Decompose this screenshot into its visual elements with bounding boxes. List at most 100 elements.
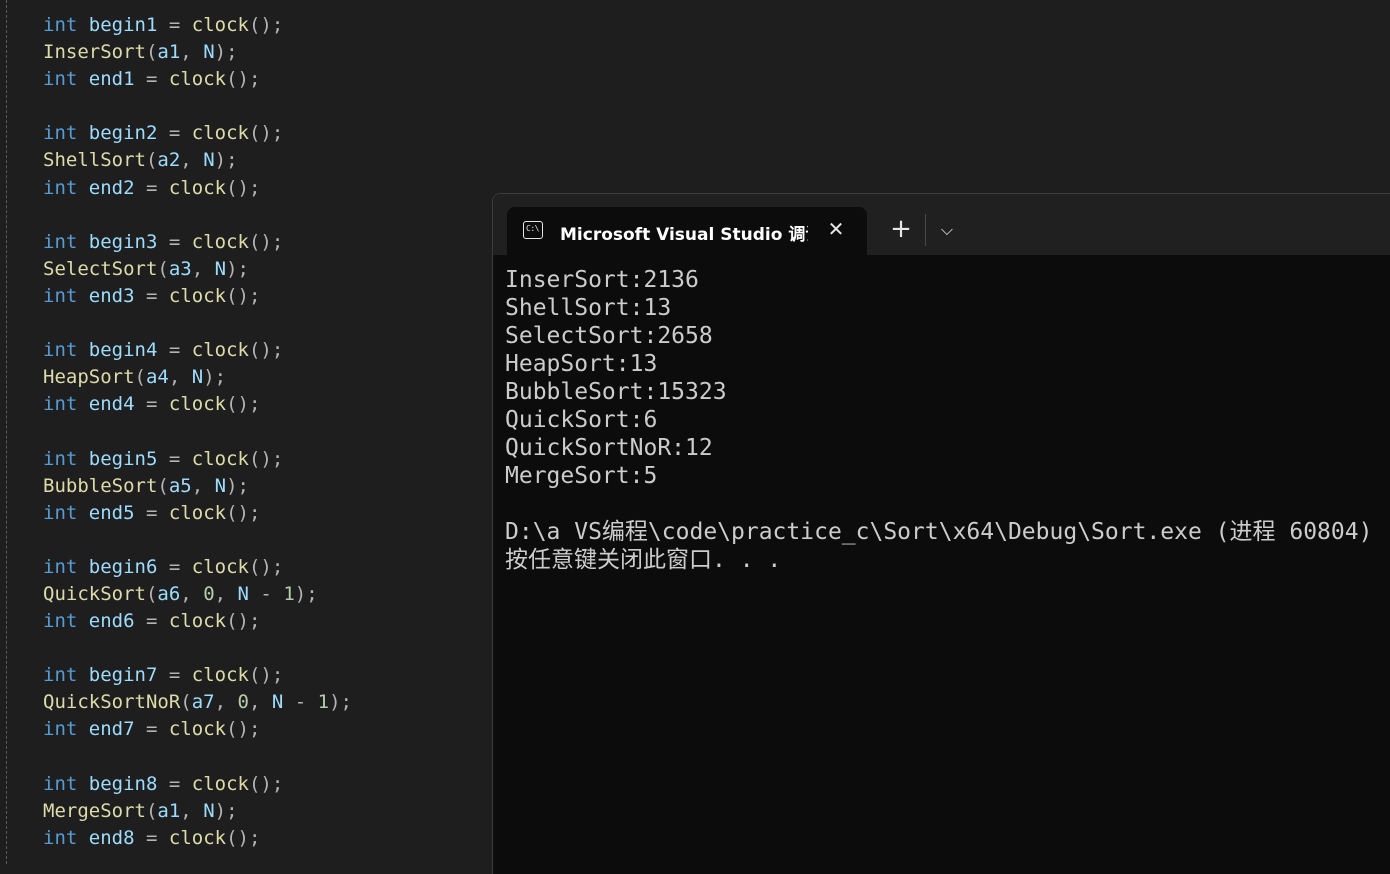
code-token: ( [157, 474, 169, 497]
code-token: ); [329, 691, 352, 714]
code-token: end4 [88, 393, 135, 416]
code-token: clock [191, 122, 249, 145]
code-token: BubbleSort [43, 474, 158, 497]
code-token: int [43, 14, 78, 36]
code-token: end1 [88, 68, 135, 91]
code-token: N [214, 257, 227, 280]
code-token: int [43, 826, 78, 849]
indent-guide [6, 0, 7, 864]
code-token: 1 [317, 691, 330, 714]
code-token: = [134, 176, 169, 199]
code-token: end5 [88, 501, 135, 524]
code-line: int begin1 = clock(); [43, 12, 352, 39]
code-token: a4 [145, 366, 169, 389]
console-line: BubbleSort:15323 [505, 379, 727, 405]
code-line: QuickSortNoR(a7, 0, N - 1); [43, 689, 352, 716]
code-token: , [180, 582, 204, 605]
code-token: ( [180, 691, 192, 714]
code-token: int [43, 501, 78, 524]
code-token: = [134, 284, 169, 307]
code-token: begin4 [88, 339, 158, 362]
console-line: InserSort:2136 [505, 267, 699, 293]
code-token: clock [168, 393, 227, 416]
code-line: BubbleSort(a5, N); [43, 473, 352, 500]
code-token: ); [226, 257, 249, 280]
code-token: begin6 [88, 555, 158, 578]
code-token: = [157, 339, 192, 362]
code-line: ShellSort(a2, N); [43, 147, 352, 174]
code-token: ( [157, 257, 169, 280]
code-token: end6 [88, 610, 135, 633]
code-token: , [180, 149, 204, 172]
code-token: clock [168, 501, 227, 524]
code-line: int end4 = clock(); [43, 391, 352, 418]
code-token: end2 [88, 176, 135, 199]
tab-title: Microsoft Visual Studio 调试控制台 [560, 225, 808, 245]
code-token: (); [248, 664, 284, 687]
code-token: int [43, 230, 78, 253]
chevron-down-icon[interactable]: ⌵ [935, 216, 959, 244]
code-token: clock [191, 555, 249, 578]
console-line: MergeSort:5 [505, 463, 658, 489]
code-token: 1 [283, 582, 295, 605]
new-tab-button[interactable]: + [887, 216, 915, 244]
code-token: (); [248, 447, 284, 470]
code-token: int [43, 555, 78, 578]
code-line: int end7 = clock(); [43, 716, 352, 743]
code-token: begin1 [88, 14, 158, 36]
code-token: HeapSort [43, 366, 135, 389]
console-tab[interactable]: Microsoft Visual Studio 调试控制台 ✕ [507, 207, 867, 255]
code-line: SelectSort(a3, N); [43, 256, 352, 283]
code-token: (); [226, 501, 261, 524]
code-token: , [180, 41, 204, 64]
code-token: end8 [88, 826, 135, 849]
console-line: ShellSort:13 [505, 295, 672, 321]
code-token: ); [214, 799, 238, 822]
code-line: int begin4 = clock(); [43, 337, 352, 364]
code-line: int begin3 = clock(); [43, 229, 352, 256]
code-lines[interactable]: int begin1 = clock(); InserSort(a1, N); in… [43, 12, 352, 852]
console-output[interactable]: InserSort:2136 ShellSort:13 SelectSort:265… [505, 266, 1372, 574]
code-token: 0 [203, 582, 215, 605]
code-token: , [214, 691, 238, 714]
code-token: = [134, 826, 169, 849]
console-line: QuickSort:6 [505, 407, 658, 433]
code-line: int end6 = clock(); [43, 608, 352, 635]
code-token: ( [145, 582, 158, 605]
code-token: a1 [157, 799, 181, 822]
code-token: N [271, 691, 284, 714]
code-token: = [157, 555, 192, 578]
code-token: (); [226, 718, 261, 741]
code-token: clock [191, 664, 249, 687]
code-token: N [237, 582, 249, 605]
code-token: (); [226, 393, 261, 416]
title-bar[interactable]: Microsoft Visual Studio 调试控制台 ✕ + ⌵ [493, 194, 1390, 255]
code-token: QuickSortNoR [43, 691, 181, 714]
code-line: InserSort(a1, N); [43, 39, 352, 66]
debug-console-window[interactable]: Microsoft Visual Studio 调试控制台 ✕ + ⌵ Inse… [492, 193, 1390, 874]
code-token: clock [168, 718, 227, 741]
code-line: HeapSort(a4, N); [43, 364, 352, 391]
code-token: int [43, 68, 78, 91]
code-token: , [168, 366, 192, 389]
code-token: (); [248, 14, 284, 36]
code-token: begin3 [88, 230, 158, 253]
code-token: = [157, 122, 192, 145]
close-icon[interactable]: ✕ [825, 218, 847, 240]
code-token: = [157, 14, 192, 36]
code-token: clock [168, 176, 227, 199]
code-token: N [214, 474, 227, 497]
code-token: clock [168, 826, 227, 849]
code-token: (); [226, 610, 261, 633]
code-token: clock [168, 284, 227, 307]
